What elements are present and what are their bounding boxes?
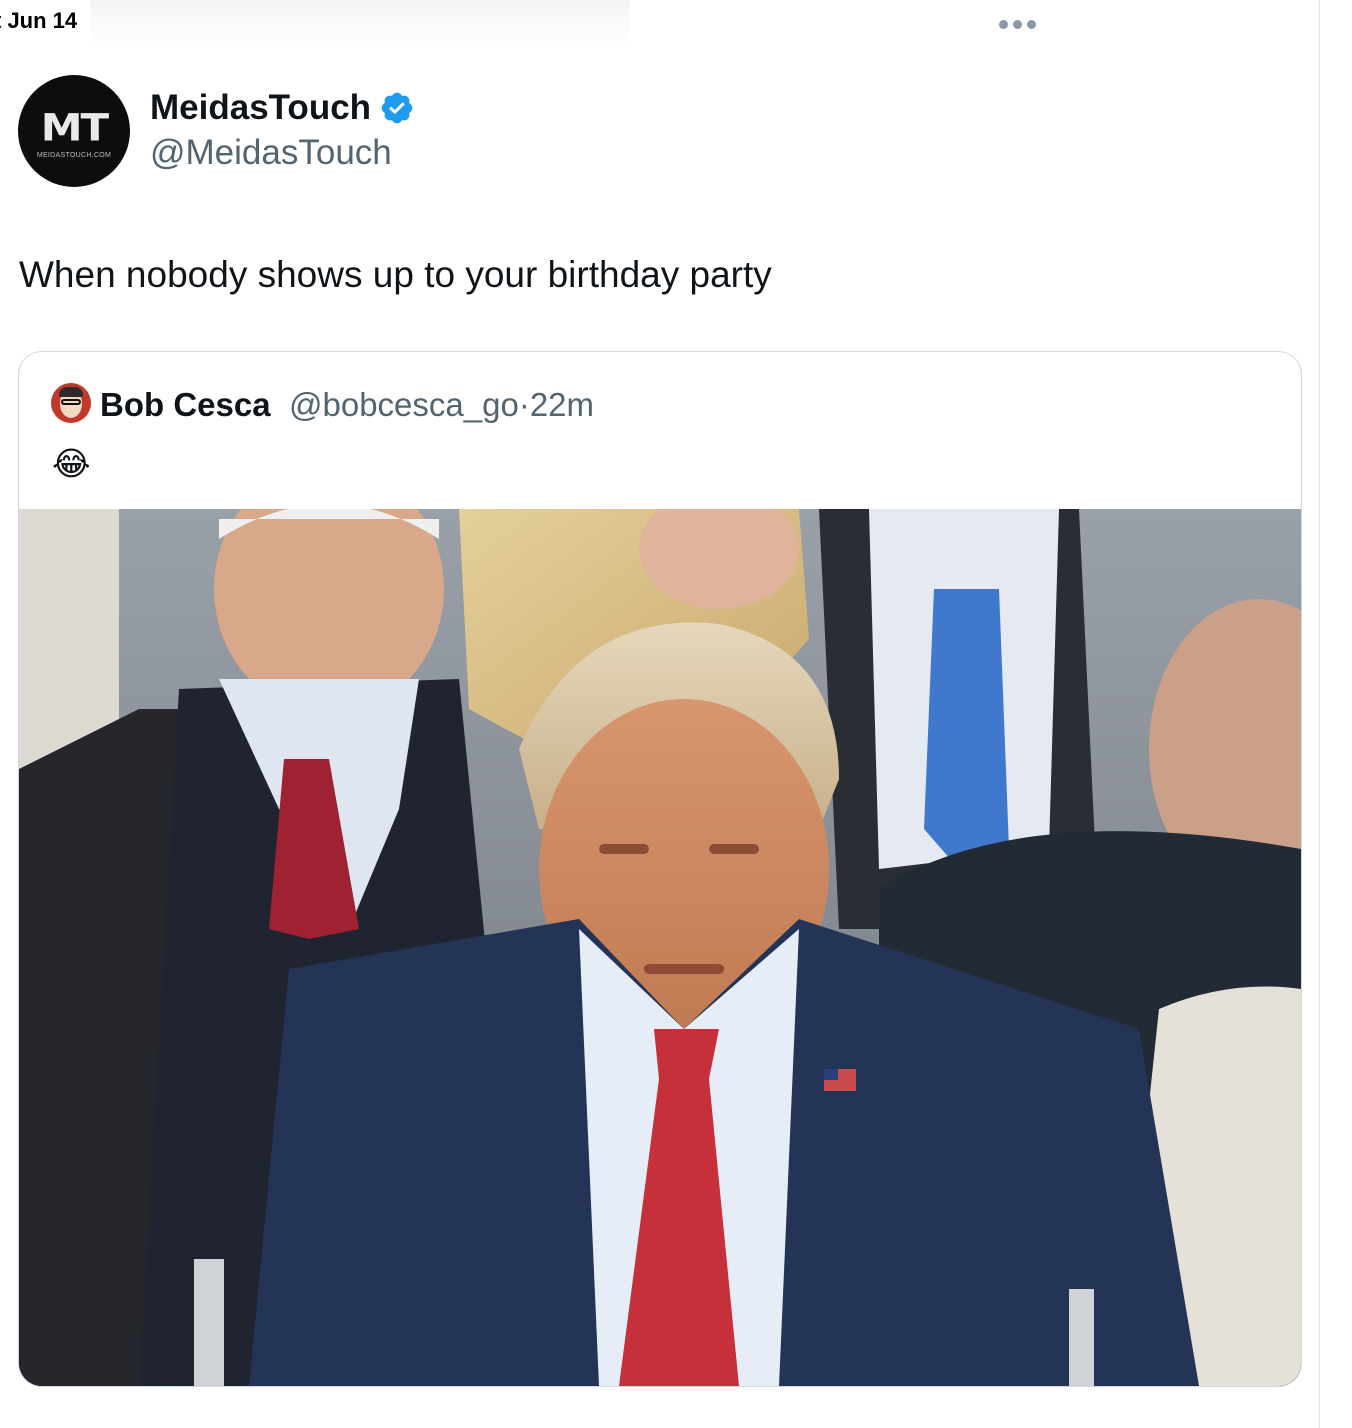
verified-badge-icon — [381, 92, 413, 124]
faded-header-strip — [90, 0, 630, 48]
more-dot-icon — [1026, 19, 1036, 29]
quoted-author-handle[interactable]: @bobcesca_go — [289, 386, 519, 423]
event-photo-illustration — [19, 509, 1301, 1386]
avatar-glasses — [61, 399, 81, 405]
quoted-post-card[interactable]: Bob Cesca @bobcesca_go·22m 😂 — [18, 351, 1302, 1387]
quoted-post-text: 😂 — [52, 444, 91, 483]
author-handle[interactable]: @MeidasTouch — [150, 133, 392, 173]
status-bar-date: t Jun 14 — [0, 8, 78, 33]
quoted-author-meta: @bobcesca_go·22m — [289, 386, 594, 424]
avatar-site-text: MEIDASTOUCH.COM — [36, 152, 112, 159]
quoted-post-time[interactable]: 22m — [530, 386, 594, 423]
more-options-button[interactable] — [992, 14, 1042, 34]
quoted-author-name[interactable]: Bob Cesca — [100, 386, 271, 424]
quoted-author-avatar[interactable] — [51, 383, 91, 423]
avatar-hair — [59, 387, 83, 397]
author-display-name[interactable]: MeidasTouch — [150, 88, 371, 128]
meta-separator: · — [518, 386, 530, 423]
more-dot-icon — [1012, 19, 1022, 29]
author-avatar[interactable]: MT MEIDASTOUCH.COM — [18, 75, 130, 187]
avatar-monogram: MT — [40, 105, 109, 150]
quoted-post-photo[interactable] — [19, 509, 1301, 1386]
post-text: When nobody shows up to your birthday pa… — [19, 254, 772, 295]
column-divider — [1319, 0, 1320, 1428]
more-dot-icon — [998, 19, 1008, 29]
